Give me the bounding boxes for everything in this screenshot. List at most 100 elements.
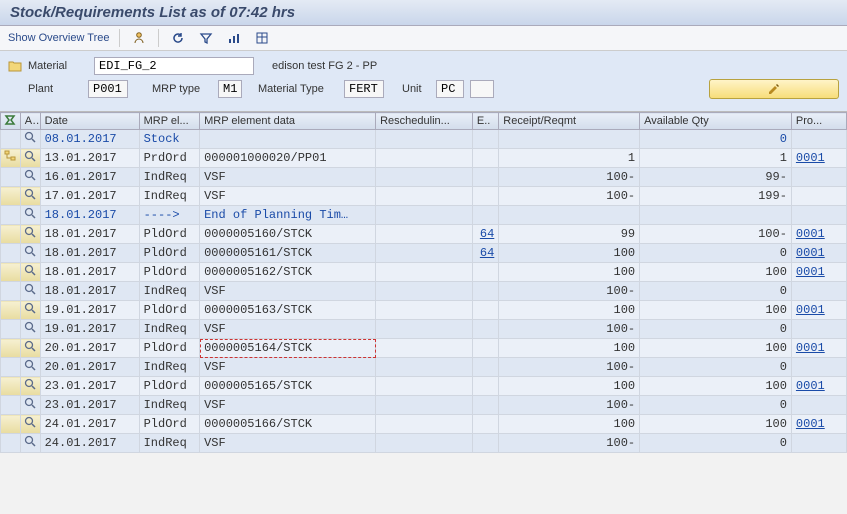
- edit-button[interactable]: [709, 79, 839, 99]
- plant-field[interactable]: [88, 80, 128, 98]
- refresh-icon[interactable]: [169, 29, 187, 47]
- row-expand-icon[interactable]: [1, 396, 21, 415]
- header-area: Material edison test FG 2 - PP Plant MRP…: [0, 51, 847, 112]
- table-row[interactable]: 13.01.2017PrdOrd000001000020/PP01110001: [1, 149, 847, 168]
- cell-mrp-data: VSF: [200, 396, 376, 415]
- unit-field[interactable]: [436, 80, 464, 98]
- cell-storage[interactable]: 0001: [791, 415, 846, 434]
- cell-date: 18.01.2017: [40, 206, 139, 225]
- detail-icon[interactable]: [20, 396, 40, 415]
- detail-icon[interactable]: [20, 320, 40, 339]
- detail-icon[interactable]: [20, 377, 40, 396]
- table-row[interactable]: 20.01.2017IndReqVSF100-0: [1, 358, 847, 377]
- filter-icon[interactable]: [197, 29, 215, 47]
- detail-icon[interactable]: [20, 187, 40, 206]
- col-summary[interactable]: [1, 113, 21, 130]
- row-expand-icon[interactable]: [1, 320, 21, 339]
- cell-exception: [472, 434, 498, 453]
- cell-receipt: 100-: [499, 434, 640, 453]
- row-expand-icon[interactable]: [1, 434, 21, 453]
- table-row[interactable]: 23.01.2017PldOrd0000005165/STCK100100000…: [1, 377, 847, 396]
- detail-icon[interactable]: [20, 301, 40, 320]
- table-row[interactable]: 08.01.2017Stock0: [1, 130, 847, 149]
- mrp-type-field[interactable]: [218, 80, 242, 98]
- col-storage[interactable]: Pro...: [791, 113, 846, 130]
- row-expand-icon[interactable]: [1, 377, 21, 396]
- table-row[interactable]: 18.01.2017---->End of Planning Tim…: [1, 206, 847, 225]
- col-resched[interactable]: Reschedulin...: [376, 113, 473, 130]
- cell-storage[interactable]: 0001: [791, 263, 846, 282]
- row-expand-icon[interactable]: [1, 244, 21, 263]
- cell-reschedule: [376, 282, 473, 301]
- table-row[interactable]: 20.01.2017PldOrd0000005164/STCK100100000…: [1, 339, 847, 358]
- row-expand-icon[interactable]: [1, 168, 21, 187]
- detail-icon[interactable]: [20, 282, 40, 301]
- row-expand-icon[interactable]: [1, 187, 21, 206]
- cell-storage[interactable]: 0001: [791, 377, 846, 396]
- graph-icon[interactable]: [225, 29, 243, 47]
- table-row[interactable]: 19.01.2017IndReqVSF100-0: [1, 320, 847, 339]
- cell-storage: [791, 320, 846, 339]
- row-expand-icon[interactable]: [1, 130, 21, 149]
- row-expand-icon[interactable]: [1, 339, 21, 358]
- table-row[interactable]: 18.01.2017IndReqVSF100-0: [1, 282, 847, 301]
- col-except[interactable]: E..: [472, 113, 498, 130]
- table-row[interactable]: 23.01.2017IndReqVSF100-0: [1, 396, 847, 415]
- table-row[interactable]: 16.01.2017IndReqVSF100-99-: [1, 168, 847, 187]
- col-action[interactable]: A..: [20, 113, 40, 130]
- detail-icon[interactable]: [20, 206, 40, 225]
- row-expand-icon[interactable]: [1, 358, 21, 377]
- material-type-field[interactable]: [344, 80, 384, 98]
- table-row[interactable]: 17.01.2017IndReqVSF100-199-: [1, 187, 847, 206]
- col-avail[interactable]: Available Qty: [640, 113, 792, 130]
- detail-icon[interactable]: [20, 339, 40, 358]
- material-field[interactable]: [94, 57, 254, 75]
- show-overview-tree-link[interactable]: Show Overview Tree: [8, 32, 109, 44]
- table-row[interactable]: 19.01.2017PldOrd0000005163/STCK100100000…: [1, 301, 847, 320]
- cell-storage[interactable]: 0001: [791, 301, 846, 320]
- row-expand-icon[interactable]: [1, 206, 21, 225]
- cell-exception[interactable]: 64: [472, 244, 498, 263]
- detail-icon[interactable]: [20, 263, 40, 282]
- cell-receipt: 100: [499, 415, 640, 434]
- col-mrp-el[interactable]: MRP el...: [139, 113, 200, 130]
- col-date[interactable]: Date: [40, 113, 139, 130]
- row-expand-icon[interactable]: [1, 149, 21, 168]
- cell-exception: [472, 282, 498, 301]
- cell-storage: [791, 187, 846, 206]
- unit-extra-field[interactable]: [470, 80, 494, 98]
- detail-icon[interactable]: [20, 130, 40, 149]
- folder-icon[interactable]: [8, 59, 22, 73]
- col-receipt[interactable]: Receipt/Reqmt: [499, 113, 640, 130]
- detail-icon[interactable]: [20, 149, 40, 168]
- detail-icon[interactable]: [20, 225, 40, 244]
- table-row[interactable]: 18.01.2017PldOrd0000005161/STCK641000000…: [1, 244, 847, 263]
- table-row[interactable]: 24.01.2017IndReqVSF100-0: [1, 434, 847, 453]
- row-expand-icon[interactable]: [1, 263, 21, 282]
- detail-icon[interactable]: [20, 434, 40, 453]
- table-row[interactable]: 18.01.2017PldOrd0000005162/STCK100100000…: [1, 263, 847, 282]
- cell-receipt: 100-: [499, 168, 640, 187]
- row-expand-icon[interactable]: [1, 225, 21, 244]
- cell-storage[interactable]: 0001: [791, 225, 846, 244]
- col-mrp-data[interactable]: MRP element data: [200, 113, 376, 130]
- table-row[interactable]: 18.01.2017PldOrd0000005160/STCK6499100-0…: [1, 225, 847, 244]
- cell-exception: [472, 149, 498, 168]
- cell-storage[interactable]: 0001: [791, 149, 846, 168]
- detail-icon[interactable]: [20, 244, 40, 263]
- row-expand-icon[interactable]: [1, 415, 21, 434]
- detail-icon[interactable]: [20, 168, 40, 187]
- cell-storage[interactable]: 0001: [791, 339, 846, 358]
- detail-icon[interactable]: [20, 358, 40, 377]
- cell-available: 100: [640, 377, 792, 396]
- table-row[interactable]: 24.01.2017PldOrd0000005166/STCK100100000…: [1, 415, 847, 434]
- cell-mrp-element: PldOrd: [139, 415, 200, 434]
- cell-reschedule: [376, 434, 473, 453]
- cell-exception[interactable]: 64: [472, 225, 498, 244]
- row-expand-icon[interactable]: [1, 301, 21, 320]
- table-icon[interactable]: [253, 29, 271, 47]
- detail-icon[interactable]: [20, 415, 40, 434]
- user-settings-icon[interactable]: [130, 29, 148, 47]
- row-expand-icon[interactable]: [1, 282, 21, 301]
- cell-storage[interactable]: 0001: [791, 244, 846, 263]
